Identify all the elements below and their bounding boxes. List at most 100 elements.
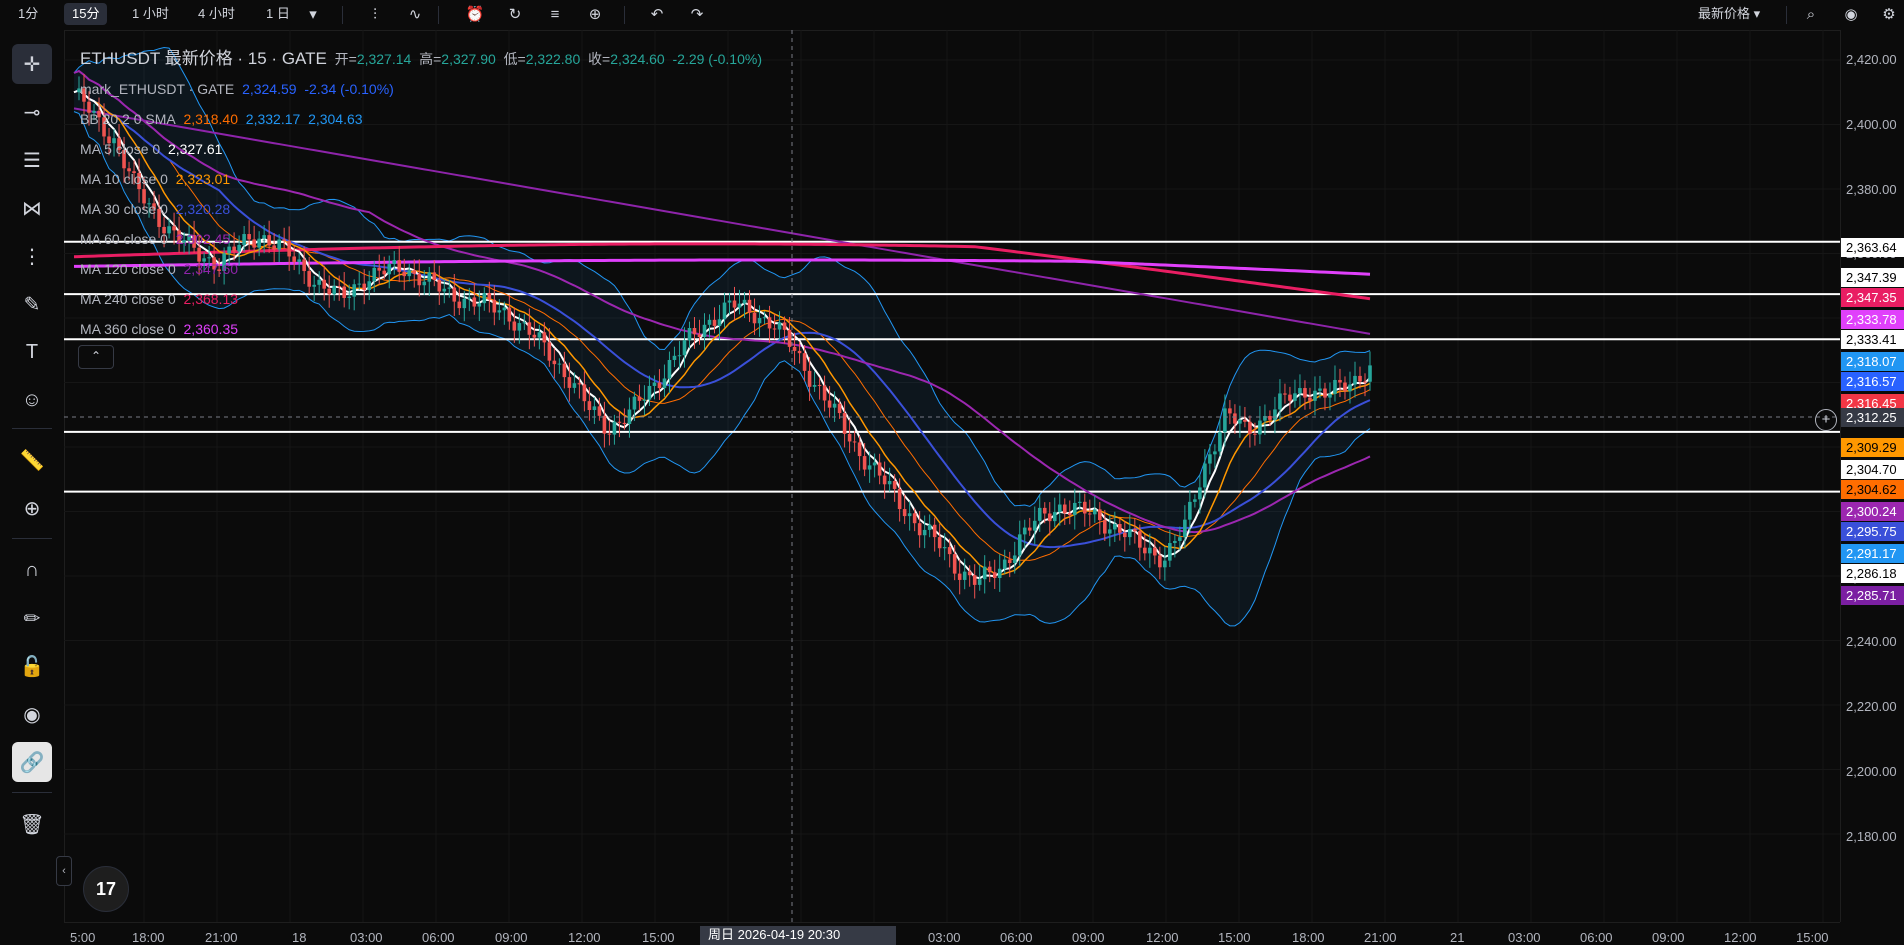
trash-icon[interactable]: 🗑 [12, 804, 52, 844]
time-axis-label: 5:00 [70, 930, 96, 945]
pattern-icon[interactable]: ⋈ [12, 188, 52, 228]
divider [342, 6, 343, 24]
expand-arrow-icon[interactable]: ‹ [56, 856, 72, 886]
candle-body [962, 571, 967, 580]
interval-4h[interactable]: 4 小时 [190, 3, 243, 25]
candle-body [1082, 501, 1087, 514]
alert-icon[interactable]: ⏰ [464, 4, 486, 26]
prediction-icon[interactable]: ⋮ [12, 236, 52, 276]
candle-body [642, 399, 647, 401]
time-axis-label: 09:00 [1652, 930, 1685, 945]
candle-body [777, 322, 782, 330]
crosshair-time-label: 周日 2026-04-19 20:30 [700, 926, 896, 945]
crosshair-icon[interactable]: ✛ [12, 44, 52, 84]
strategy-icon[interactable]: ≡ [544, 4, 566, 26]
high-label: 高= [419, 51, 442, 67]
legend-indicator-row[interactable]: MA 360 close 0 2,360.35 [80, 314, 762, 344]
candle-body [1032, 520, 1037, 531]
eye-icon[interactable]: ◉ [12, 694, 52, 734]
add-alert-icon[interactable]: + [1815, 409, 1837, 431]
time-axis-label: 18:00 [1292, 930, 1325, 945]
candle-body [1308, 397, 1312, 401]
chevron-down-icon[interactable]: ▾ [302, 4, 324, 26]
price-type-select[interactable]: 最新价格 ▾ [1690, 3, 1768, 25]
candle-body [1178, 537, 1182, 541]
lock-drawing-icon[interactable]: ✏ [12, 598, 52, 638]
legend-indicator-row[interactable]: mark_ETHUSDT · GATE 2,324.59 -2.34 (-0.1… [80, 74, 762, 104]
indicator-value: 2,323.01 [175, 171, 231, 187]
price-tag: 2,318.07 [1841, 352, 1904, 371]
interval-1m[interactable]: 1分 [10, 3, 46, 25]
candle-body [927, 524, 932, 530]
candle-body [882, 475, 887, 485]
candle-body [877, 462, 882, 476]
brush-icon[interactable]: ✎ [12, 284, 52, 324]
time-axis-label: 15:00 [642, 930, 675, 945]
time-axis-label: 21:00 [205, 930, 238, 945]
trend-line-icon[interactable]: ⊸ [12, 92, 52, 132]
candle-body [1062, 504, 1067, 514]
candle-body [1118, 523, 1122, 533]
camera-icon[interactable]: ◉ [1840, 4, 1862, 26]
time-axis-label: 12:00 [568, 930, 601, 945]
indicator-name: MA 30 close 0 [80, 201, 168, 217]
time-axis-label: 15:00 [1796, 930, 1829, 945]
legend-indicator-row[interactable]: BB 20 2 0 SMA 2,318.40 2,332.17 2,304.63 [80, 104, 762, 134]
candle-body [1363, 381, 1367, 383]
candle-type-icon[interactable]: ⫶ [364, 4, 386, 26]
divider [1786, 6, 1787, 24]
candle-body [1113, 523, 1117, 530]
redo-icon[interactable]: ↷ [686, 4, 708, 26]
candle-body [872, 462, 877, 466]
ruler-icon[interactable]: 📏 [12, 440, 52, 480]
indicator-name: MA 60 close 0 [80, 231, 168, 247]
price-axis-label: 2,240.00 [1846, 634, 1897, 649]
interval-1h[interactable]: 1 小时 [124, 3, 177, 25]
candle-body [902, 509, 907, 517]
zoom-in-icon[interactable]: ⊕ [12, 488, 52, 528]
text-icon[interactable]: T [12, 332, 52, 372]
candle-body [1168, 543, 1172, 561]
candle-body [1243, 419, 1247, 422]
candle-body [892, 481, 897, 489]
unlock-icon[interactable]: 🔓 [12, 646, 52, 686]
open-value: 2,327.14 [356, 51, 412, 67]
legend-main-row[interactable]: ETHUSDT 最新价格 · 15 · GATE 开=2,327.14 高=2,… [80, 44, 762, 74]
candle-body [1012, 555, 1017, 564]
candle-body [1042, 507, 1047, 514]
time-axis-label: 12:00 [1146, 930, 1179, 945]
candle-body [667, 359, 672, 379]
emoji-icon[interactable]: ☺ [12, 380, 52, 420]
price-tag: 2,312.25 [1841, 408, 1904, 427]
indicator-value: 2,360.35 [183, 321, 239, 337]
price-axis-label: 2,380.00 [1846, 182, 1897, 197]
time-axis-label: 06:00 [1580, 930, 1613, 945]
legend-collapse-button[interactable]: ⌃ [78, 345, 114, 369]
legend-indicator-row[interactable]: MA 240 close 0 2,368.13 [80, 284, 762, 314]
legend-indicator-row[interactable]: MA 5 close 0 2,327.61 [80, 134, 762, 164]
gear-icon[interactable]: ⚙ [1878, 4, 1900, 26]
tradingview-logo[interactable]: 17 [83, 866, 129, 912]
interval-1d[interactable]: 1 日 [258, 3, 298, 25]
legend-indicator-row[interactable]: MA 120 close 0 2,347.60 [80, 254, 762, 284]
link-icon[interactable]: 🔗 [12, 742, 52, 782]
candle-body [1338, 379, 1342, 383]
add-icon[interactable]: ⊕ [584, 4, 606, 26]
legend-indicator-row[interactable]: MA 30 close 0 2,320.28 [80, 194, 762, 224]
price-tag: 2,286.18 [1841, 564, 1904, 583]
fib-icon[interactable]: ☰ [12, 140, 52, 180]
search-icon[interactable]: ⌕ [1800, 4, 1822, 26]
candle-body [1188, 501, 1192, 520]
undo-icon[interactable]: ↶ [646, 4, 668, 26]
indicators-icon[interactable]: ∿ [404, 4, 426, 26]
magnet-icon[interactable]: ∩ [12, 550, 52, 590]
interval-15m[interactable]: 15分 [64, 3, 108, 25]
candle-body [557, 363, 562, 365]
indicator-value: 2,302.45 [175, 231, 231, 247]
legend-indicator-row[interactable]: MA 10 close 0 2,323.01 [80, 164, 762, 194]
legend-indicator-row[interactable]: MA 60 close 0 2,302.45 [80, 224, 762, 254]
candle-body [652, 382, 657, 386]
replay-icon[interactable]: ↻ [504, 4, 526, 26]
candle-body [1087, 513, 1092, 515]
divider [438, 6, 439, 24]
